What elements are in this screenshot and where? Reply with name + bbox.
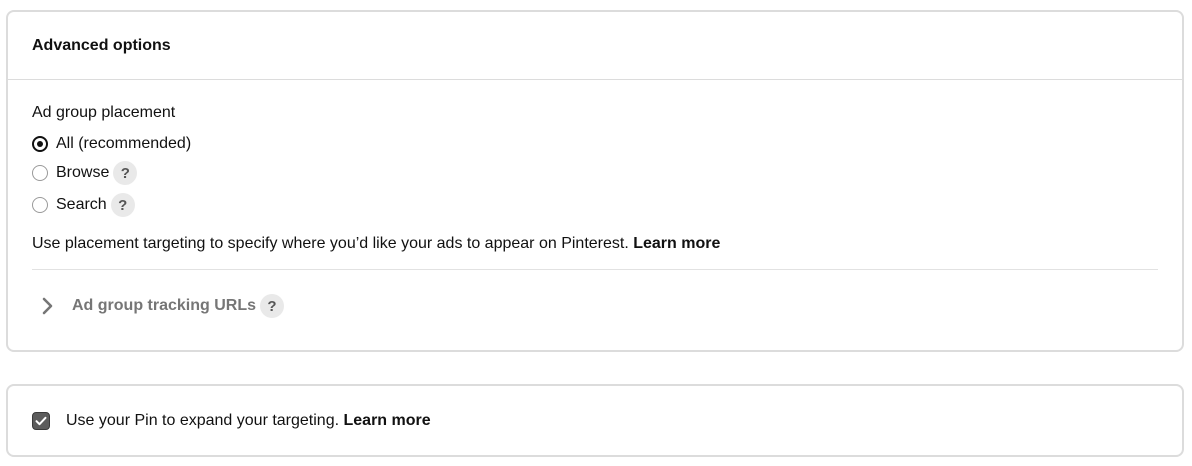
advanced-options-title: Advanced options xyxy=(32,36,171,54)
ad-group-tracking-urls-label: Ad group tracking URLs xyxy=(72,297,257,314)
advanced-options-header: Advanced options xyxy=(8,12,1182,80)
help-icon[interactable]: ? xyxy=(260,294,285,318)
expand-targeting-row: Use your Pin to expand your targeting. L… xyxy=(32,410,431,432)
ad-group-tracking-urls-toggle[interactable]: Ad group tracking URLs ? xyxy=(42,294,285,318)
radio-label-all: All (recommended) xyxy=(56,135,192,152)
radio-button-all[interactable] xyxy=(32,136,48,152)
radio-label-search: Search xyxy=(56,196,107,213)
radio-label-browse: Browse xyxy=(56,164,110,181)
divider xyxy=(32,269,1158,270)
expand-targeting-checkbox[interactable] xyxy=(32,412,50,430)
expand-targeting-card: Use your Pin to expand your targeting. L… xyxy=(6,384,1184,457)
ad-group-placement-label: Ad group placement xyxy=(32,104,176,121)
expand-targeting-label: Use your Pin to expand your targeting. xyxy=(66,412,340,429)
help-icon[interactable]: ? xyxy=(113,161,138,185)
radio-option-search[interactable]: Search ? xyxy=(32,193,135,217)
placement-description-text: Use placement targeting to specify where… xyxy=(32,235,629,252)
radio-option-all[interactable]: All (recommended) xyxy=(32,132,191,156)
radio-button-browse[interactable] xyxy=(32,165,48,181)
chevron-right-icon[interactable] xyxy=(42,294,58,318)
radio-button-search[interactable] xyxy=(32,197,48,213)
expand-targeting-text: Use your Pin to expand your targeting. L… xyxy=(66,412,431,430)
radio-option-browse[interactable]: Browse ? xyxy=(32,161,138,185)
help-icon[interactable]: ? xyxy=(110,193,135,217)
advanced-options-card: Advanced options Ad group placement All … xyxy=(6,10,1184,352)
expand-learn-more-link[interactable]: Learn more xyxy=(344,412,431,429)
placement-learn-more-link[interactable]: Learn more xyxy=(633,235,720,252)
checkmark-icon xyxy=(35,416,47,426)
placement-description: Use placement targeting to specify where… xyxy=(32,235,720,253)
